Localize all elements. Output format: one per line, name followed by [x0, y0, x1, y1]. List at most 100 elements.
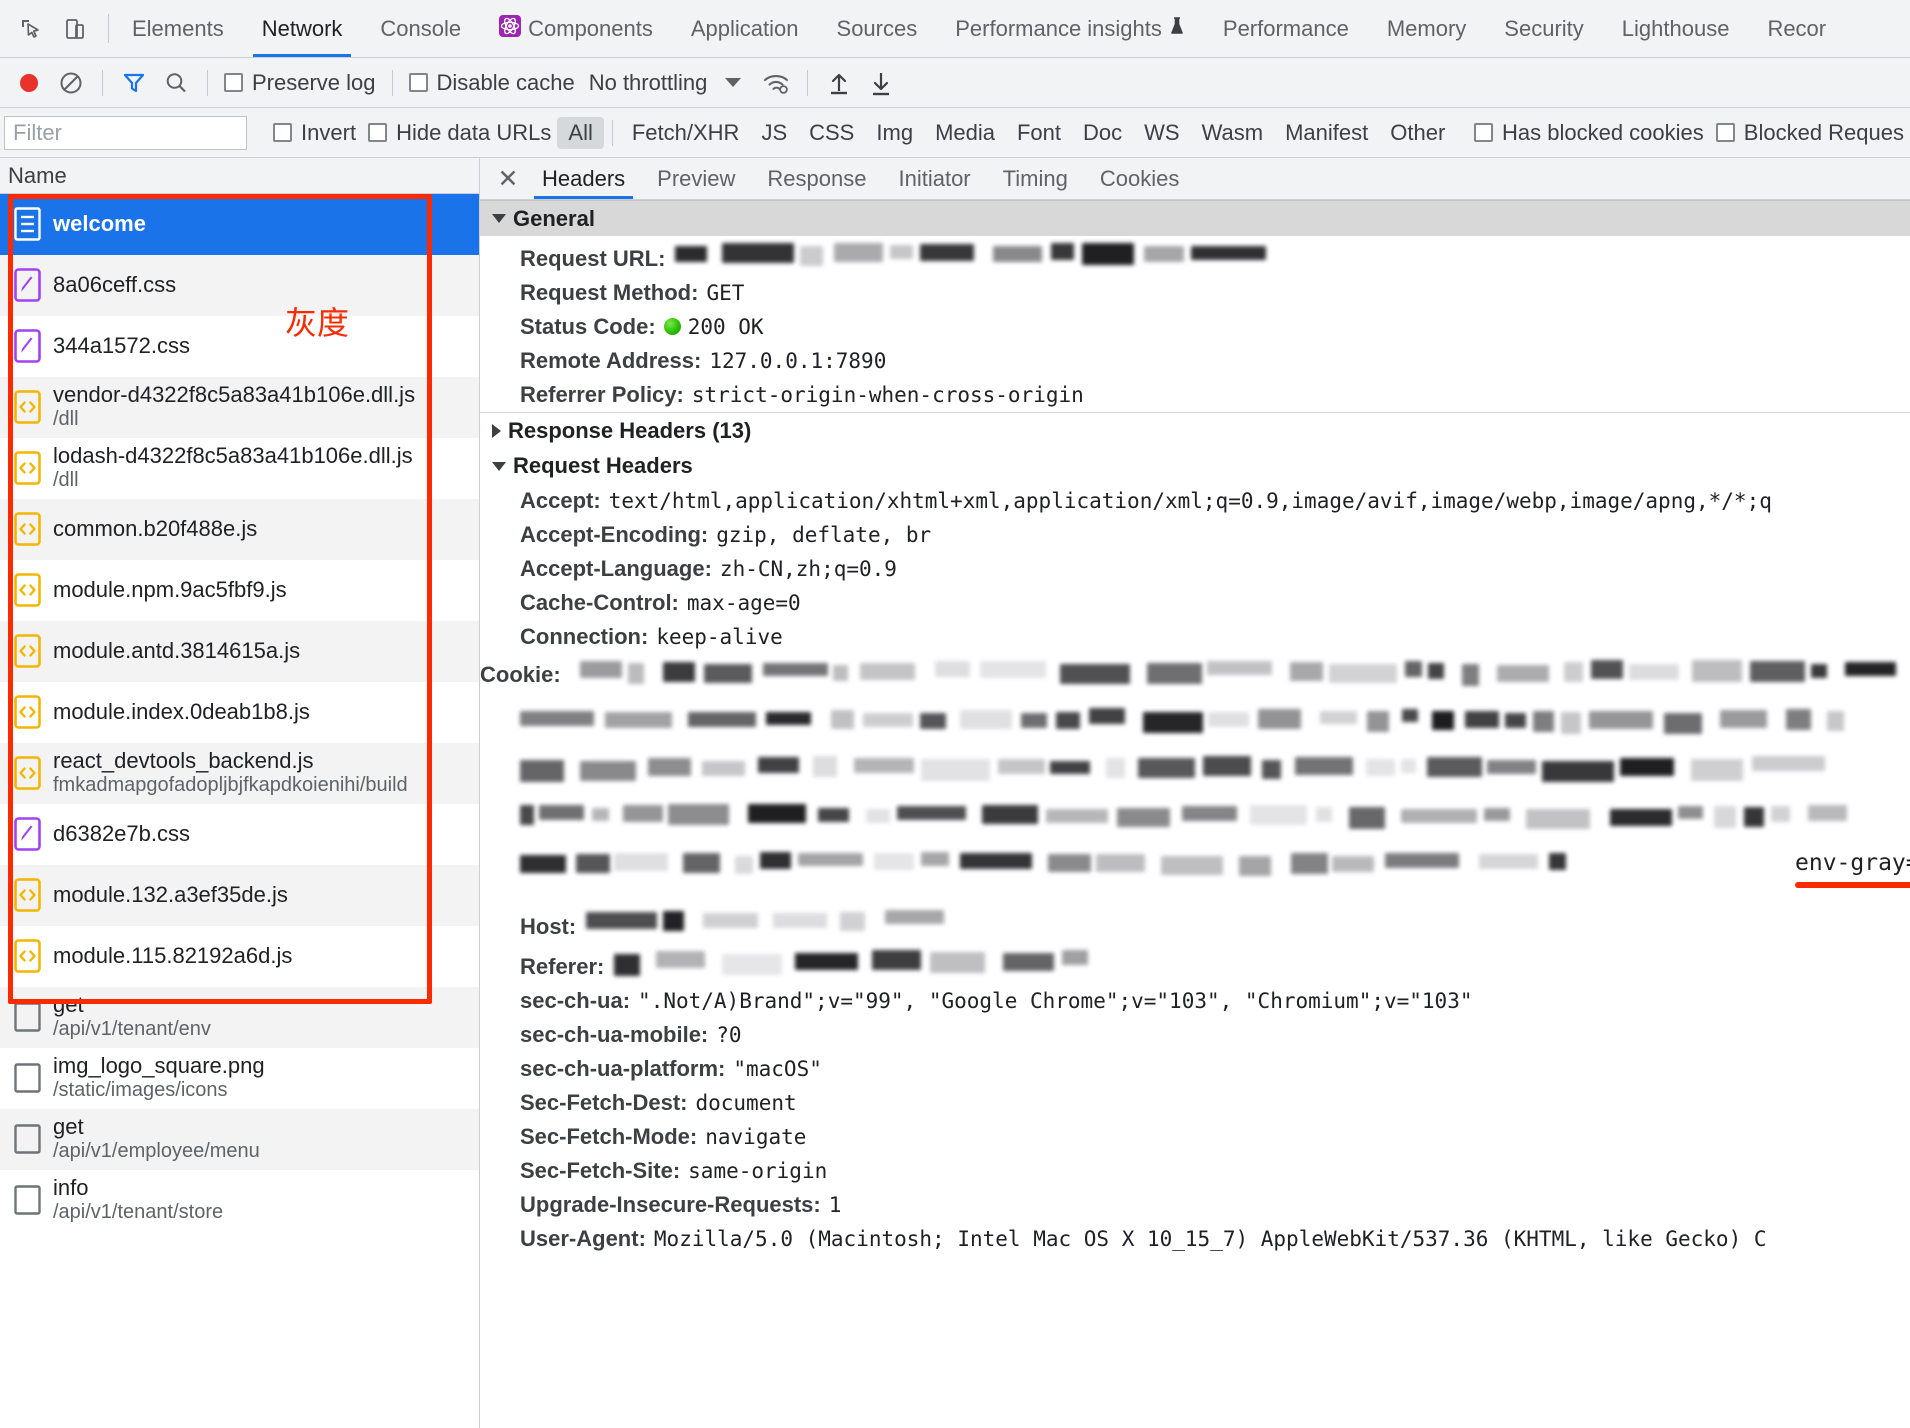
header-key: sec-ch-ua:	[520, 988, 631, 1013]
clear-no-entry-icon[interactable]	[50, 62, 92, 104]
detail-tab-cookies[interactable]: Cookies	[1084, 158, 1195, 199]
request-headers-section-header[interactable]: Request Headers	[480, 448, 1910, 484]
redaction-block	[920, 852, 949, 866]
js-file-icon	[12, 754, 43, 792]
main-tab-console[interactable]: Console	[361, 0, 480, 57]
redaction-block	[1146, 662, 1203, 684]
invert-checkbox[interactable]: Invert	[267, 120, 362, 146]
main-tab-elements[interactable]: Elements	[113, 0, 243, 57]
wifi-settings-icon[interactable]	[755, 62, 797, 104]
detail-tab-response[interactable]: Response	[751, 158, 882, 199]
request-row[interactable]: welcome	[0, 194, 479, 255]
request-row[interactable]: d6382e7b.css	[0, 804, 479, 865]
filter-type-other[interactable]: Other	[1379, 117, 1456, 149]
request-header-row: Sec-Fetch-Dest: document	[480, 1086, 1910, 1120]
filter-type-css[interactable]: CSS	[798, 117, 865, 149]
detail-tab-timing[interactable]: Timing	[987, 158, 1084, 199]
main-tab-components[interactable]: Components	[480, 0, 672, 57]
request-row-text: 344a1572.css	[53, 333, 190, 359]
detail-tab-headers[interactable]: Headers	[526, 158, 641, 199]
request-row[interactable]: 8a06ceff.css	[0, 255, 479, 316]
main-tab-security[interactable]: Security	[1485, 0, 1602, 57]
filter-type-font[interactable]: Font	[1006, 117, 1072, 149]
filter-type-all[interactable]: All	[557, 116, 604, 149]
request-row[interactable]: module.index.0deab1b8.js	[0, 682, 479, 743]
requests-column-header[interactable]: Name	[0, 158, 479, 194]
filter-type-doc[interactable]: Doc	[1072, 117, 1133, 149]
hide-data-urls-label: Hide data URLs	[396, 119, 552, 145]
request-row[interactable]: info/api/v1/tenant/store	[0, 1170, 479, 1231]
request-row[interactable]: vendor-d4322f8c5a83a41b106e.dll.js/dll	[0, 377, 479, 438]
main-tab-lighthouse[interactable]: Lighthouse	[1603, 0, 1749, 57]
inspect-element-icon[interactable]	[16, 14, 46, 44]
redaction-block	[1238, 855, 1271, 876]
request-row-text: welcome	[53, 211, 146, 237]
detail-tab-preview[interactable]: Preview	[641, 158, 751, 199]
redaction-block	[1428, 663, 1444, 679]
request-row[interactable]: module.132.a3ef35de.js	[0, 865, 479, 926]
main-tab-label: Sources	[836, 15, 918, 41]
response-headers-section-header[interactable]: Response Headers (13)	[480, 412, 1910, 448]
redaction-block	[1349, 807, 1385, 829]
filter-input[interactable]: Filter	[4, 115, 247, 150]
disable-cache-checkbox[interactable]: Disable cache	[403, 70, 581, 96]
chevron-down-icon[interactable]	[725, 78, 742, 87]
request-row[interactable]: lodash-d4322f8c5a83a41b106e.dll.js/dll	[0, 438, 479, 499]
request-row[interactable]: img_logo_square.png/static/images/icons	[0, 1048, 479, 1109]
redaction-block	[703, 913, 758, 928]
filter-type-ws[interactable]: WS	[1133, 117, 1190, 149]
request-row[interactable]: react_devtools_backend.js fmkadmapgofadop…	[0, 743, 479, 804]
network-filter-bar: Filter Invert Hide data URLs All Fetch/XH…	[0, 108, 1910, 158]
redaction-block	[1117, 808, 1171, 828]
main-tab-recor[interactable]: Recor	[1748, 0, 1845, 57]
toolbar-divider	[207, 69, 208, 96]
detail-tab-initiator[interactable]: Initiator	[882, 158, 986, 199]
device-toolbar-icon[interactable]	[60, 14, 90, 44]
redaction-block	[1367, 711, 1390, 732]
redaction-block	[859, 662, 916, 681]
filter-type-manifest[interactable]: Manifest	[1274, 117, 1379, 149]
main-tab-label: Network	[261, 15, 343, 41]
request-name: lodash-d4322f8c5a83a41b106e.dll.js	[53, 443, 413, 469]
main-tab-memory[interactable]: Memory	[1368, 0, 1485, 57]
filter-type-media[interactable]: Media	[924, 117, 1006, 149]
hide-data-urls-checkbox[interactable]: Hide data URLs	[362, 120, 557, 146]
request-row[interactable]: module.npm.9ac5fbf9.js	[0, 560, 479, 621]
request-row[interactable]: module.antd.3814615a.js	[0, 621, 479, 682]
funnel-filter-icon[interactable]	[113, 62, 155, 104]
filter-type-wasm[interactable]: Wasm	[1191, 117, 1275, 149]
redaction-block	[628, 662, 644, 684]
upload-arrow-icon[interactable]	[818, 62, 860, 104]
search-magnifier-icon[interactable]	[155, 62, 197, 104]
request-row[interactable]: module.115.82192a6d.js	[0, 926, 479, 987]
redaction-block	[1588, 711, 1653, 729]
redaction-block	[1427, 756, 1483, 778]
main-tab-label: Recor	[1767, 15, 1827, 41]
main-tab-performance-insights[interactable]: Performance insights	[936, 0, 1204, 57]
filter-type-js[interactable]: JS	[750, 117, 798, 149]
download-arrow-icon[interactable]	[860, 62, 902, 104]
close-x-icon[interactable]: ✕	[490, 158, 526, 199]
main-tab-sources[interactable]: Sources	[818, 0, 937, 57]
request-list[interactable]: welcome 8a06ceff.css 344a1572.css vendor-d4…	[0, 194, 479, 1428]
request-row[interactable]: 344a1572.css	[0, 316, 479, 377]
record-stop-icon[interactable]	[8, 62, 50, 104]
throttling-select-value[interactable]: No throttling	[581, 70, 708, 96]
filter-type-img[interactable]: Img	[865, 117, 924, 149]
checkbox-box	[1474, 123, 1493, 142]
redaction-block	[934, 660, 970, 678]
has-blocked-cookies-checkbox[interactable]: Has blocked cookies	[1468, 120, 1710, 146]
main-tab-performance[interactable]: Performance	[1204, 0, 1368, 57]
blocked-requests-checkbox[interactable]: Blocked Reques	[1710, 120, 1910, 146]
filter-type-fetch-xhr[interactable]: Fetch/XHR	[621, 117, 751, 149]
request-row[interactable]: common.b20f488e.js	[0, 499, 479, 560]
main-tab-application[interactable]: Application	[672, 0, 818, 57]
main-tab-network[interactable]: Network	[243, 0, 362, 57]
checkbox-box	[273, 123, 293, 142]
general-section-header[interactable]: General	[480, 200, 1910, 236]
request-row[interactable]: get/api/v1/employee/menu	[0, 1109, 479, 1170]
redaction-block	[1785, 709, 1812, 731]
redaction-block	[1610, 808, 1672, 827]
request-row[interactable]: get/api/v1/tenant/env	[0, 987, 479, 1048]
preserve-log-checkbox[interactable]: Preserve log	[218, 70, 382, 96]
